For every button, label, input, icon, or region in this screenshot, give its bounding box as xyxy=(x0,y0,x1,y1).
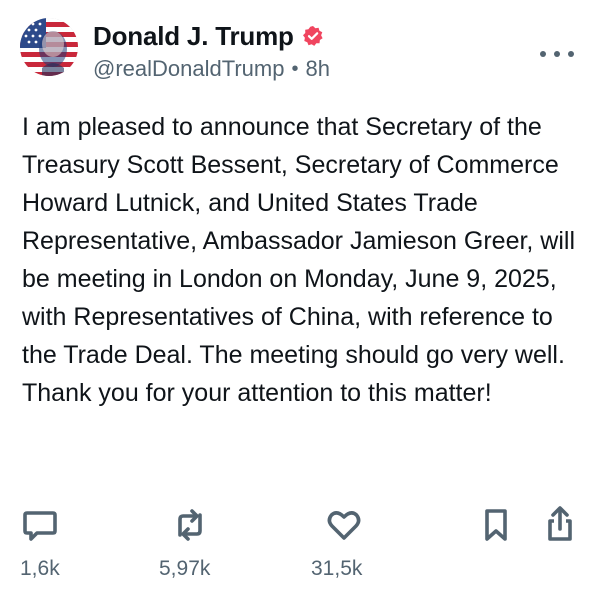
bookmark-icon xyxy=(485,509,507,541)
post-actions-bar: 1,6k 5,97k 31,5k xyxy=(0,505,600,585)
reply-icon xyxy=(23,511,57,541)
more-dot-icon xyxy=(568,51,574,57)
post-card: Donald J. Trump @realDonaldTrump • 8h I … xyxy=(0,0,600,600)
meta-separator: • xyxy=(291,57,299,80)
author-name-row: Donald J. Trump xyxy=(93,19,324,53)
heart-icon xyxy=(327,511,361,540)
reply-button[interactable]: 1,6k xyxy=(20,505,60,580)
reply-count: 1,6k xyxy=(20,557,60,580)
retruth-count: 5,97k xyxy=(159,557,211,580)
bookmark-button[interactable] xyxy=(476,505,516,545)
author-handle[interactable]: @realDonaldTrump xyxy=(93,56,284,82)
flag-portrait-icon xyxy=(20,18,78,76)
verified-badge-icon xyxy=(302,25,324,47)
author-display-name[interactable]: Donald J. Trump xyxy=(93,21,294,52)
more-options-button[interactable] xyxy=(540,44,574,64)
avatar[interactable] xyxy=(20,18,78,76)
retruth-button[interactable]: 5,97k xyxy=(159,505,210,580)
like-button[interactable]: 31,5k xyxy=(311,505,364,580)
post-body-text: I am pleased to announce that Secretary … xyxy=(22,113,576,407)
more-dot-icon xyxy=(540,51,546,57)
like-count: 31,5k xyxy=(311,557,363,580)
share-button[interactable] xyxy=(540,505,580,545)
post-timestamp[interactable]: 8h xyxy=(306,56,330,82)
more-dot-icon xyxy=(554,51,560,57)
retruth-icon xyxy=(178,509,202,541)
author-handle-row: @realDonaldTrump • 8h xyxy=(93,56,330,82)
share-icon xyxy=(548,506,572,541)
